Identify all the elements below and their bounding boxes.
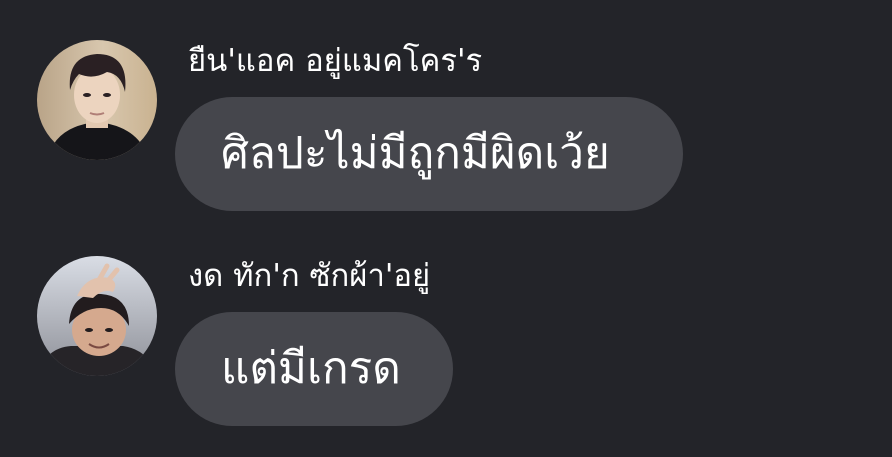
chat-thread: ยืน'แอค อยู่แมคโคร'ร ศิลปะไม่มีถูกมีผิดเ… <box>0 0 892 457</box>
sender-name: งด ทัก'ก ซักผ้า'อยู่ <box>188 258 431 294</box>
sender-name: ยืน'แอค อยู่แมคโคร'ร <box>188 43 483 79</box>
message-bubble[interactable]: ศิลปะไม่มีถูกมีผิดเว้ย <box>175 97 683 211</box>
user-photo-icon <box>37 256 157 376</box>
sender-avatar[interactable] <box>37 40 157 160</box>
sender-avatar[interactable] <box>37 256 157 376</box>
message-text: แต่มีเกรด <box>221 343 401 394</box>
user-photo-icon <box>37 40 157 160</box>
message-bubble[interactable]: แต่มีเกรด <box>175 312 453 426</box>
message-text: ศิลปะไม่มีถูกมีผิดเว้ย <box>221 128 610 179</box>
